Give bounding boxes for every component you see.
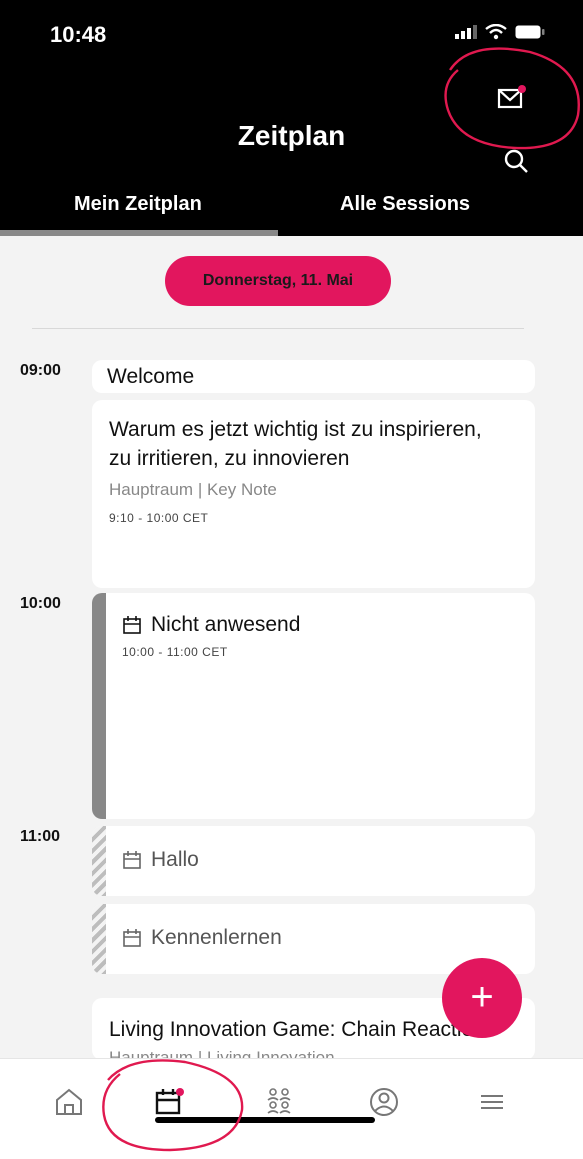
session-location: Hauptraum | Key Note	[109, 480, 277, 499]
profile-icon[interactable]	[367, 1085, 401, 1119]
session-time: 9:10 - 10:00 CET	[109, 511, 209, 525]
session-title-line2: zu irritieren, zu innovieren	[109, 447, 350, 470]
session-hatch-bar	[92, 904, 106, 974]
session-hatch-bar	[92, 826, 106, 896]
calendar-icon	[123, 616, 141, 634]
divider	[32, 328, 524, 329]
tab-my-schedule[interactable]: Mein Zeitplan	[74, 193, 202, 216]
home-icon[interactable]	[52, 1085, 86, 1119]
calendar-icon	[123, 851, 141, 869]
calendar-icon	[123, 929, 141, 947]
session-title-line1: Warum es jetzt wichtig ist zu inspiriere…	[109, 418, 482, 441]
session-title: Welcome	[107, 365, 195, 388]
people-icon[interactable]	[262, 1085, 296, 1119]
timeslot-label: 11:00	[20, 828, 61, 845]
session-card-hallo[interactable]: Hallo	[92, 826, 535, 896]
session-card-welcome[interactable]: Welcome	[92, 360, 535, 393]
search-icon[interactable]	[503, 148, 529, 174]
date-selector[interactable]: Donnerstag, 11. Mai	[165, 256, 391, 306]
status-icons	[455, 24, 545, 40]
session-title: Living Innovation Game: Chain Reaction	[109, 1018, 485, 1041]
app-header: 10:48 Zeitplan Mein Zeitplan Alle Sessio…	[0, 0, 583, 236]
session-title: Nicht anwesend	[151, 613, 301, 636]
bottom-tab-bar	[0, 1058, 583, 1159]
timeslot-label: 10:00	[20, 595, 61, 612]
active-tab-indicator	[0, 230, 278, 236]
tab-underline	[278, 233, 583, 236]
page-title: Zeitplan	[237, 120, 346, 151]
battery-icon	[515, 25, 545, 39]
wifi-icon	[485, 24, 507, 40]
signal-icon	[455, 25, 477, 39]
session-title: Hallo	[151, 848, 199, 871]
tab-all-sessions[interactable]: Alle Sessions	[340, 193, 470, 216]
session-status-bar	[92, 593, 106, 819]
session-card-not-present[interactable]: Nicht anwesend 10:00 - 11:00 CET	[92, 593, 535, 819]
status-time: 10:48	[50, 22, 107, 47]
home-indicator	[155, 1117, 375, 1123]
timeslot-label: 09:00	[20, 362, 61, 379]
session-title: Kennenlernen	[151, 926, 282, 949]
add-session-button[interactable]: +	[442, 958, 522, 1038]
mail-icon[interactable]	[497, 85, 527, 111]
session-card-keynote[interactable]: Warum es jetzt wichtig ist zu inspiriere…	[92, 400, 535, 588]
menu-icon[interactable]	[475, 1085, 509, 1119]
session-time: 10:00 - 11:00 CET	[122, 645, 228, 659]
calendar-icon[interactable]	[152, 1085, 186, 1119]
